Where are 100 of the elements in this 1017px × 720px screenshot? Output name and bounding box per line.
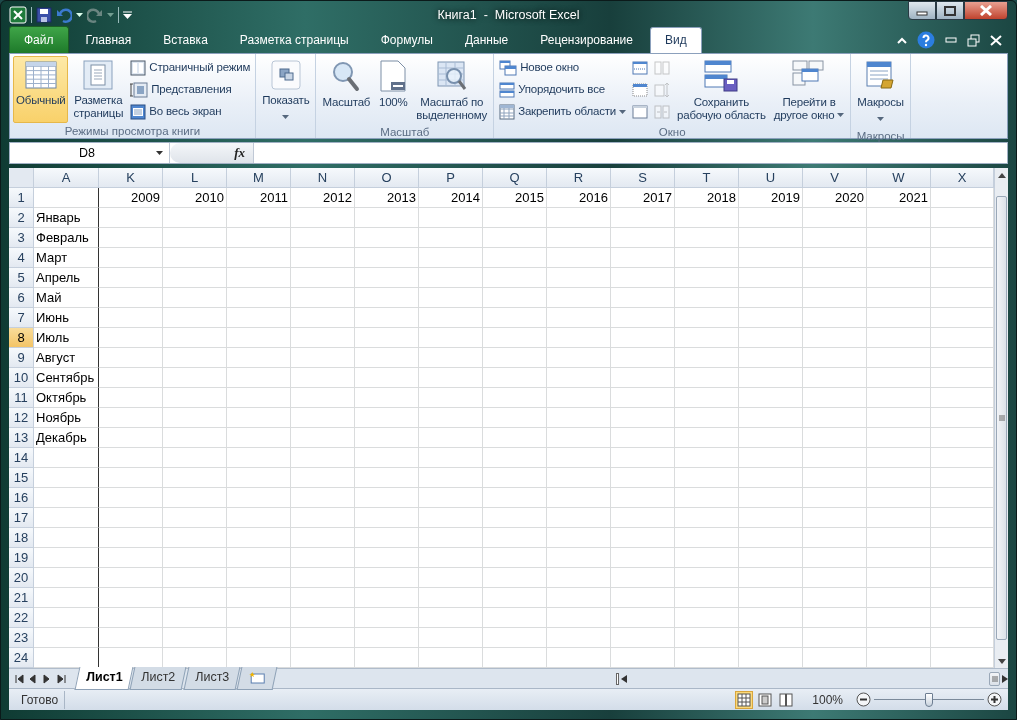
table-cell — [163, 348, 227, 368]
maximize-button[interactable] — [936, 1, 964, 20]
zoom-out-button[interactable] — [856, 692, 871, 707]
sheet-nav-button[interactable] — [29, 673, 38, 684]
row-header[interactable]: 19 — [9, 548, 34, 568]
table-cell — [611, 528, 675, 548]
column-header[interactable]: N — [291, 168, 355, 188]
scroll-left-button[interactable] — [621, 674, 627, 683]
ribbon-button[interactable]: Перейти в другое окно — [770, 56, 848, 124]
sheet-tab[interactable]: Лист1 — [74, 667, 134, 690]
ribbon-tab[interactable]: Вставка — [148, 27, 223, 53]
row-header[interactable]: 15 — [9, 468, 34, 488]
customize-toolbar-button[interactable] — [123, 11, 132, 19]
row-header[interactable]: 17 — [9, 508, 34, 528]
row-header[interactable]: 9 — [9, 348, 34, 368]
table-cell — [291, 488, 355, 508]
ribbon-button[interactable]: Обычный — [13, 56, 69, 123]
row-header[interactable]: 13 — [9, 428, 34, 448]
help-button[interactable] — [917, 31, 935, 49]
ribbon-tab[interactable]: Разметка страницы — [224, 27, 364, 53]
ribbon-button[interactable]: Новое окно — [497, 57, 629, 79]
minimize-button[interactable] — [908, 1, 936, 20]
scroll-right-button[interactable] — [1002, 674, 1008, 683]
column-header[interactable]: A — [34, 168, 99, 188]
ribbon-button[interactable]: Закрепить области — [497, 101, 629, 123]
row-header[interactable]: 7 — [9, 308, 34, 328]
row-header[interactable]: 3 — [9, 228, 34, 248]
save-button[interactable] — [36, 7, 52, 23]
ribbon-tab[interactable]: Формулы — [365, 27, 448, 53]
column-header[interactable]: U — [739, 168, 803, 188]
view-button[interactable] — [735, 690, 754, 709]
column-header[interactable]: O — [355, 168, 419, 188]
row-header[interactable]: 22 — [9, 608, 34, 628]
ribbon-button[interactable]: Сохранить рабочую область — [674, 56, 769, 124]
view-button[interactable] — [756, 690, 775, 709]
sheet-nav-button[interactable] — [43, 673, 52, 684]
column-header[interactable]: W — [867, 168, 931, 188]
column-header[interactable]: Q — [483, 168, 547, 188]
undo-dropdown[interactable] — [76, 13, 83, 17]
table-cell — [547, 448, 611, 468]
table-cell — [739, 388, 803, 408]
row-header[interactable]: 18 — [9, 528, 34, 548]
column-header[interactable]: P — [419, 168, 483, 188]
row-header[interactable]: 23 — [9, 628, 34, 648]
ribbon-tab[interactable]: Файл — [9, 26, 69, 53]
row-header[interactable]: 6 — [9, 288, 34, 308]
column-header[interactable]: L — [163, 168, 227, 188]
ribbon-button[interactable]: 100% — [375, 56, 412, 124]
column-header[interactable]: T — [675, 168, 739, 188]
row-header[interactable]: 14 — [9, 448, 34, 468]
ribbon-button[interactable]: Представления — [128, 79, 253, 101]
sheet-tab[interactable]: Лист3 — [183, 667, 241, 690]
ribbon-button[interactable]: Разметка страницы — [70, 56, 127, 123]
row-header[interactable]: 16 — [9, 488, 34, 508]
view-button[interactable] — [777, 690, 796, 709]
ribbon-button[interactable]: Упорядочить все — [497, 79, 629, 101]
zoom-level[interactable]: 100% — [812, 690, 843, 709]
row-header[interactable]: 1 — [9, 188, 34, 208]
close-workbook-button[interactable] — [990, 34, 1002, 46]
restore-workbook-button[interactable] — [967, 33, 980, 47]
ribbon-button[interactable]: Масштаб по выделенному — [413, 56, 491, 124]
row-header[interactable]: 5 — [9, 268, 34, 288]
row-header[interactable]: 10 — [9, 368, 34, 388]
row-header[interactable]: 4 — [9, 248, 34, 268]
ribbon-button[interactable]: Масштаб — [319, 56, 374, 124]
sheet-nav-button[interactable] — [15, 673, 24, 684]
ribbon-button[interactable]: Во весь экран — [128, 101, 253, 123]
row-header[interactable]: 8 — [9, 328, 34, 348]
column-header[interactable]: X — [931, 168, 994, 188]
ribbon-tab[interactable]: Рецензирование — [525, 27, 648, 53]
ribbon-button[interactable]: Макросы — [854, 56, 907, 128]
ribbon-button[interactable]: Страничный режим — [128, 57, 253, 79]
scrollbar-thumb[interactable] — [989, 671, 1000, 686]
zoom-in-button[interactable] — [987, 692, 1002, 707]
ribbon-tab[interactable]: Данные — [449, 27, 524, 53]
ribbon-tab[interactable]: Главная — [70, 27, 147, 53]
column-header[interactable]: S — [611, 168, 675, 188]
sheet-nav-button[interactable] — [57, 673, 66, 684]
row-header[interactable]: 12 — [9, 408, 34, 428]
column-header[interactable]: M — [227, 168, 291, 188]
minimize-ribbon-button[interactable] — [897, 36, 907, 44]
column-header[interactable]: K — [99, 168, 163, 188]
column-header[interactable]: R — [547, 168, 611, 188]
row-header[interactable]: 11 — [9, 388, 34, 408]
arrow-down-icon — [997, 658, 1006, 664]
table-cell — [99, 388, 163, 408]
ribbon-tab[interactable]: Вид — [649, 27, 702, 53]
table-cell — [34, 448, 99, 468]
row-header[interactable]: 20 — [9, 568, 34, 588]
close-button[interactable] — [964, 1, 1008, 20]
minimize-workbook-button[interactable] — [945, 37, 957, 43]
redo-dropdown[interactable] — [107, 13, 114, 17]
column-header[interactable]: V — [803, 168, 867, 188]
row-header[interactable]: 24 — [9, 648, 34, 668]
sheet-tab[interactable]: Лист2 — [130, 667, 188, 690]
zoom-slider[interactable] — [925, 692, 933, 707]
row-header[interactable]: 21 — [9, 588, 34, 608]
row-header[interactable]: 2 — [9, 208, 34, 228]
scrollbar-thumb[interactable] — [996, 196, 1007, 640]
ribbon-button[interactable]: Показать — [259, 56, 313, 126]
